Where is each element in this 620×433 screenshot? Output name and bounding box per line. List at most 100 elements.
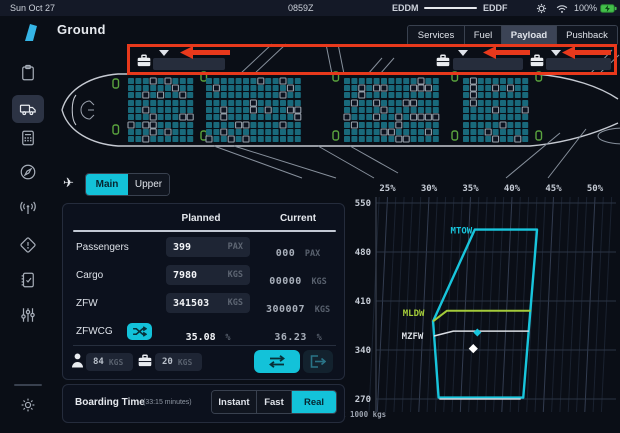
seat[interactable] (425, 129, 431, 135)
bag-weight-chip[interactable]: 20 KGS (155, 353, 202, 371)
cargo-dropdown-2[interactable] (458, 50, 468, 56)
seat[interactable] (180, 122, 186, 128)
seat[interactable] (515, 85, 521, 91)
seat[interactable] (463, 78, 469, 84)
seat[interactable] (381, 100, 387, 106)
seat[interactable] (250, 92, 256, 98)
seat[interactable] (425, 85, 431, 91)
settings-gear-icon[interactable] (19, 396, 37, 414)
seat[interactable] (351, 136, 357, 142)
seat[interactable] (150, 136, 156, 142)
seat[interactable] (165, 92, 171, 98)
seat[interactable] (143, 100, 149, 106)
zfw-planned-input[interactable]: 341503 KGS (166, 293, 250, 313)
seat[interactable] (135, 129, 141, 135)
seat[interactable] (228, 136, 234, 142)
seat[interactable] (165, 114, 171, 120)
seat[interactable] (180, 107, 186, 113)
seat[interactable] (381, 136, 387, 142)
seat[interactable] (287, 85, 293, 91)
seat[interactable] (359, 78, 365, 84)
seat[interactable] (213, 92, 219, 98)
seat[interactable] (180, 100, 186, 106)
seat[interactable] (172, 107, 178, 113)
seat[interactable] (425, 122, 431, 128)
seat[interactable] (172, 136, 178, 142)
seat[interactable] (418, 100, 424, 106)
seat[interactable] (295, 92, 301, 98)
seat[interactable] (522, 100, 528, 106)
boarding-option-real[interactable]: Real (291, 391, 336, 413)
seat[interactable] (418, 129, 424, 135)
randomize-cg-button[interactable] (127, 323, 152, 340)
seat[interactable] (172, 129, 178, 135)
tab-services[interactable]: Services (408, 26, 464, 45)
seat[interactable] (515, 122, 521, 128)
seat[interactable] (515, 92, 521, 98)
seat[interactable] (359, 100, 365, 106)
seat[interactable] (478, 85, 484, 91)
seat[interactable] (158, 107, 164, 113)
seat[interactable] (359, 129, 365, 135)
seat[interactable] (388, 114, 394, 120)
seat[interactable] (228, 114, 234, 120)
seat[interactable] (366, 136, 372, 142)
seat[interactable] (143, 92, 149, 98)
seat[interactable] (206, 92, 212, 98)
seat[interactable] (374, 114, 380, 120)
seat[interactable] (221, 78, 227, 84)
seat[interactable] (433, 78, 439, 84)
seat[interactable] (411, 100, 417, 106)
seat[interactable] (425, 114, 431, 120)
warning-diamond-icon[interactable] (19, 236, 37, 254)
seat[interactable] (381, 122, 387, 128)
seat[interactable] (128, 122, 134, 128)
seat[interactable] (295, 122, 301, 128)
seat[interactable] (280, 114, 286, 120)
seat[interactable] (135, 92, 141, 98)
seat[interactable] (243, 107, 249, 113)
seat[interactable] (258, 92, 264, 98)
seat[interactable] (493, 78, 499, 84)
seat[interactable] (515, 78, 521, 84)
seat[interactable] (366, 92, 372, 98)
seat[interactable] (287, 114, 293, 120)
seat[interactable] (381, 85, 387, 91)
seat[interactable] (344, 85, 350, 91)
seat[interactable] (273, 78, 279, 84)
seat[interactable] (187, 107, 193, 113)
seat[interactable] (158, 136, 164, 142)
seat[interactable] (381, 114, 387, 120)
seat[interactable] (515, 100, 521, 106)
seat[interactable] (258, 100, 264, 106)
seat[interactable] (507, 85, 513, 91)
seat[interactable] (213, 122, 219, 128)
seat[interactable] (243, 100, 249, 106)
seat[interactable] (344, 114, 350, 120)
seat[interactable] (150, 122, 156, 128)
seat[interactable] (280, 122, 286, 128)
seat[interactable] (351, 114, 357, 120)
seat[interactable] (150, 129, 156, 135)
seat[interactable] (344, 122, 350, 128)
seat[interactable] (280, 78, 286, 84)
seat[interactable] (411, 85, 417, 91)
seat[interactable] (295, 129, 301, 135)
seat[interactable] (172, 78, 178, 84)
cargo-input-2[interactable] (453, 58, 523, 70)
seat[interactable] (396, 107, 402, 113)
seat[interactable] (463, 85, 469, 91)
seat[interactable] (187, 129, 193, 135)
seat[interactable] (158, 129, 164, 135)
seat[interactable] (418, 78, 424, 84)
seat[interactable] (493, 136, 499, 142)
seat[interactable] (165, 122, 171, 128)
tab-fuel[interactable]: Fuel (464, 26, 501, 45)
seat[interactable] (143, 136, 149, 142)
seat[interactable] (287, 107, 293, 113)
seat[interactable] (411, 122, 417, 128)
seat[interactable] (280, 129, 286, 135)
seat[interactable] (507, 107, 513, 113)
seat[interactable] (243, 114, 249, 120)
compass-icon[interactable] (19, 163, 37, 181)
